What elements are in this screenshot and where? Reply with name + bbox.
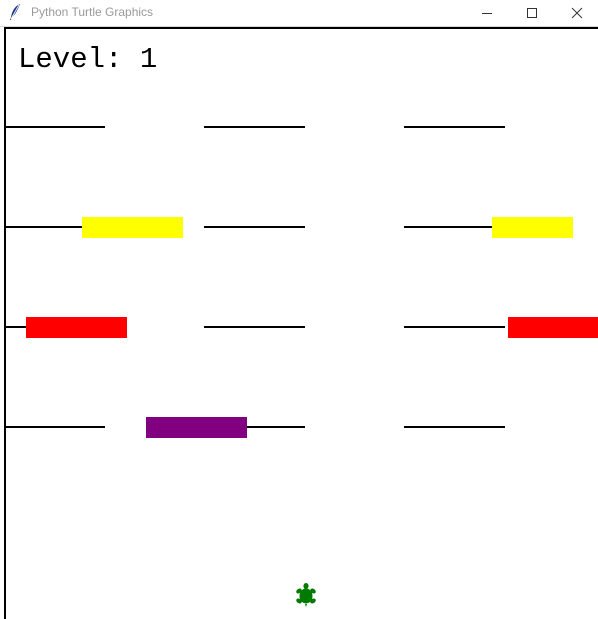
lane-line — [404, 426, 505, 428]
lane-line — [204, 226, 305, 228]
feather-icon — [10, 4, 20, 20]
close-button[interactable] — [554, 0, 598, 26]
car-yellow — [82, 217, 183, 238]
lane-line — [404, 126, 505, 128]
level-value: 1 — [139, 43, 158, 76]
car-red — [26, 317, 127, 338]
lane-line — [204, 326, 305, 328]
close-icon — [571, 7, 583, 19]
level-prefix: Level: — [18, 43, 123, 76]
lane-line — [6, 126, 105, 128]
lane-line — [404, 326, 505, 328]
lane-line — [404, 226, 505, 228]
minimize-icon — [482, 13, 492, 14]
maximize-icon — [527, 8, 537, 18]
minimize-button[interactable] — [464, 0, 510, 26]
maximize-button[interactable] — [509, 0, 555, 26]
turtle-canvas[interactable]: Level: 1 — [4, 27, 598, 619]
player-turtle — [296, 583, 316, 607]
turtle-graphics-window: Python Turtle Graphics Level: 1 — [0, 0, 598, 619]
window-title: Python Turtle Graphics — [31, 5, 154, 19]
lane-line — [204, 126, 305, 128]
car-purple — [146, 417, 247, 438]
car-red — [508, 317, 598, 338]
car-yellow — [492, 217, 573, 238]
title-bar[interactable]: Python Turtle Graphics — [0, 0, 598, 26]
lane-line — [6, 426, 105, 428]
level-indicator: Level: 1 — [18, 43, 157, 76]
